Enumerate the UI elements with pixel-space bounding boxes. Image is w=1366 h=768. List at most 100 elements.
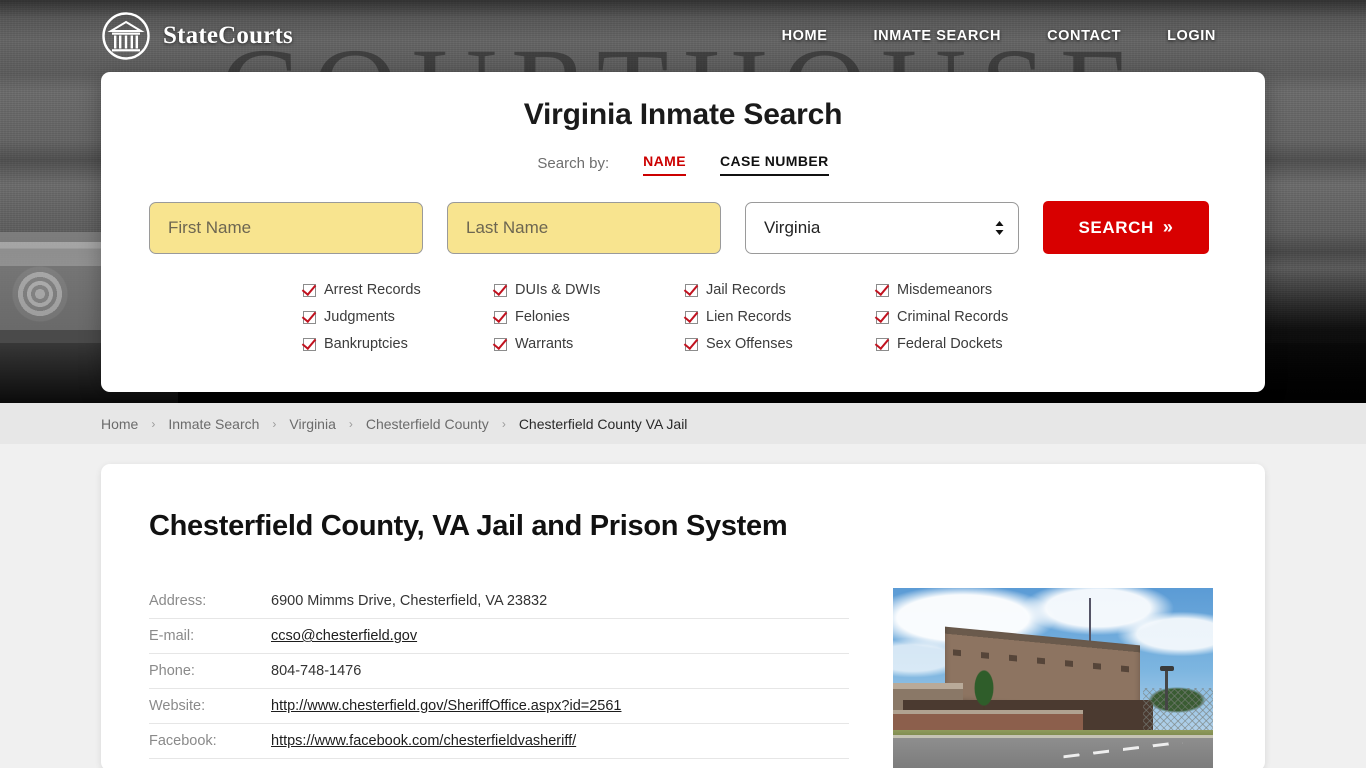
- record-type-label: Lien Records: [706, 309, 792, 325]
- search-by-row: Search by: NAME CASE NUMBER: [149, 153, 1217, 176]
- hero-banner: COURTHOUSE StateCourts HOME: [0, 0, 1366, 403]
- search-by-label: Search by:: [537, 155, 610, 172]
- nav-item-home[interactable]: HOME: [782, 28, 828, 44]
- table-row: Website: http://www.chesterfield.gov/She…: [149, 689, 849, 724]
- record-type-warrants[interactable]: Warrants: [494, 336, 681, 352]
- state-select-wrapper: Virginia: [745, 201, 1019, 254]
- top-navigation-bar: StateCourts HOME INMATE SEARCH CONTACT L…: [0, 0, 1366, 72]
- info-label: E-mail:: [149, 628, 195, 644]
- page-body: Chesterfield County, VA Jail and Prison …: [0, 444, 1366, 768]
- first-name-input[interactable]: [149, 201, 423, 254]
- security-fence: [1143, 688, 1213, 736]
- brick-wall: [893, 710, 1083, 732]
- record-type-sex-offenses[interactable]: Sex Offenses: [685, 336, 872, 352]
- parking-lot: [893, 738, 1213, 768]
- checkbox-checked-icon: [494, 310, 507, 324]
- table-row: Phone: 804-748-1476: [149, 654, 849, 689]
- info-value-email: ccso@chesterfield.gov: [271, 628, 417, 644]
- checkbox-checked-icon: [685, 310, 698, 324]
- record-type-duis-dwis[interactable]: DUIs & DWIs: [494, 282, 681, 298]
- search-button[interactable]: SEARCH »: [1043, 201, 1209, 254]
- record-type-label: Misdemeanors: [897, 282, 993, 298]
- inmate-search-card: Virginia Inmate Search Search by: NAME C…: [101, 72, 1265, 392]
- checkbox-checked-icon: [876, 283, 889, 297]
- search-card-title: Virginia Inmate Search: [523, 98, 843, 131]
- record-type-judgments[interactable]: Judgments: [303, 309, 490, 325]
- record-type-federal-dockets[interactable]: Federal Dockets: [876, 336, 1063, 352]
- tab-name[interactable]: NAME: [643, 153, 686, 176]
- breadcrumb-item-virginia[interactable]: Virginia: [289, 416, 335, 432]
- record-type-label: DUIs & DWIs: [515, 282, 601, 298]
- facility-detail-card: Chesterfield County, VA Jail and Prison …: [101, 464, 1265, 768]
- info-value-phone: 804-748-1476: [271, 663, 362, 679]
- light-pole: [1160, 666, 1174, 710]
- record-type-arrest-records[interactable]: Arrest Records: [303, 282, 490, 298]
- checkbox-checked-icon: [303, 310, 316, 324]
- info-label: Facebook:: [149, 733, 217, 749]
- website-link[interactable]: http://www.chesterfield.gov/SheriffOffic…: [271, 698, 622, 714]
- record-type-criminal-records[interactable]: Criminal Records: [876, 309, 1063, 325]
- record-type-bankruptcies[interactable]: Bankruptcies: [303, 336, 490, 352]
- brand-logo-link[interactable]: StateCourts: [101, 11, 293, 61]
- email-link[interactable]: ccso@chesterfield.gov: [271, 628, 417, 644]
- brand-name: StateCourts: [163, 22, 293, 49]
- table-row: Facebook: https://www.facebook.com/chest…: [149, 724, 849, 759]
- chevron-right-icon: ›: [501, 416, 506, 431]
- jail-building-photo: [893, 588, 1213, 768]
- chevron-right-icon: ›: [272, 416, 277, 431]
- main-nav: HOME INMATE SEARCH CONTACT LOGIN: [782, 28, 1216, 44]
- info-label: Address:: [149, 593, 207, 609]
- record-type-lien-records[interactable]: Lien Records: [685, 309, 872, 325]
- breadcrumb-item-chesterfield-county[interactable]: Chesterfield County: [366, 416, 489, 432]
- info-value-website: http://www.chesterfield.gov/SheriffOffic…: [271, 698, 622, 714]
- courthouse-circle-logo-icon: [101, 11, 151, 61]
- record-type-felonies[interactable]: Felonies: [494, 309, 681, 325]
- checkbox-checked-icon: [876, 337, 889, 351]
- info-value-facebook: https://www.facebook.com/chesterfieldvas…: [271, 733, 576, 749]
- checkbox-checked-icon: [494, 283, 507, 297]
- checkbox-checked-icon: [494, 337, 507, 351]
- checkbox-checked-icon: [303, 337, 316, 351]
- breadcrumb-item-home[interactable]: Home: [101, 416, 138, 432]
- search-form-row: Virginia SEARCH »: [149, 201, 1217, 254]
- record-type-jail-records[interactable]: Jail Records: [685, 282, 872, 298]
- breadcrumb: Home › Inmate Search › Virginia › Cheste…: [0, 403, 1366, 444]
- facility-photo-column: [893, 584, 1213, 768]
- table-row: Address: 6900 Mimms Drive, Chesterfield,…: [149, 584, 849, 619]
- record-type-label: Criminal Records: [897, 309, 1009, 325]
- nav-item-login[interactable]: LOGIN: [1167, 28, 1216, 44]
- info-label: Phone:: [149, 663, 195, 679]
- nav-item-contact[interactable]: CONTACT: [1047, 28, 1121, 44]
- nav-item-inmate-search[interactable]: INMATE SEARCH: [874, 28, 1002, 44]
- record-type-label: Judgments: [324, 309, 395, 325]
- record-type-label: Arrest Records: [324, 282, 421, 298]
- last-name-input[interactable]: [447, 201, 721, 254]
- tab-case-number[interactable]: CASE NUMBER: [719, 153, 829, 176]
- record-type-label: Jail Records: [706, 282, 786, 298]
- page-title: Chesterfield County, VA Jail and Prison …: [149, 510, 788, 542]
- record-type-label: Sex Offenses: [706, 336, 793, 352]
- record-type-label: Felonies: [515, 309, 570, 325]
- chevron-right-icon: ›: [151, 416, 156, 431]
- breadcrumb-item-current: Chesterfield County VA Jail: [518, 415, 688, 432]
- info-label: Website:: [149, 698, 206, 714]
- record-type-misdemeanors[interactable]: Misdemeanors: [876, 282, 1063, 298]
- checkbox-checked-icon: [685, 337, 698, 351]
- detail-columns: Address: 6900 Mimms Drive, Chesterfield,…: [149, 584, 1217, 768]
- breadcrumb-item-inmate-search[interactable]: Inmate Search: [168, 416, 259, 432]
- facebook-link[interactable]: https://www.facebook.com/chesterfieldvas…: [271, 733, 576, 749]
- info-value-address: 6900 Mimms Drive, Chesterfield, VA 23832: [271, 593, 548, 609]
- double-chevron-right-icon: »: [1162, 217, 1174, 237]
- record-type-label: Warrants: [515, 336, 574, 352]
- search-button-label: SEARCH: [1078, 217, 1154, 237]
- checkbox-checked-icon: [876, 310, 889, 324]
- facility-info-table: Address: 6900 Mimms Drive, Chesterfield,…: [149, 584, 849, 768]
- record-type-label: Bankruptcies: [324, 336, 408, 352]
- state-select[interactable]: Virginia: [745, 201, 1019, 254]
- table-row: E-mail: ccso@chesterfield.gov: [149, 619, 849, 654]
- record-type-list: Arrest Records DUIs & DWIs Jail Records …: [303, 282, 1063, 352]
- checkbox-checked-icon: [685, 283, 698, 297]
- checkbox-checked-icon: [303, 283, 316, 297]
- record-type-label: Federal Dockets: [897, 336, 1003, 352]
- chevron-right-icon: ›: [348, 416, 353, 431]
